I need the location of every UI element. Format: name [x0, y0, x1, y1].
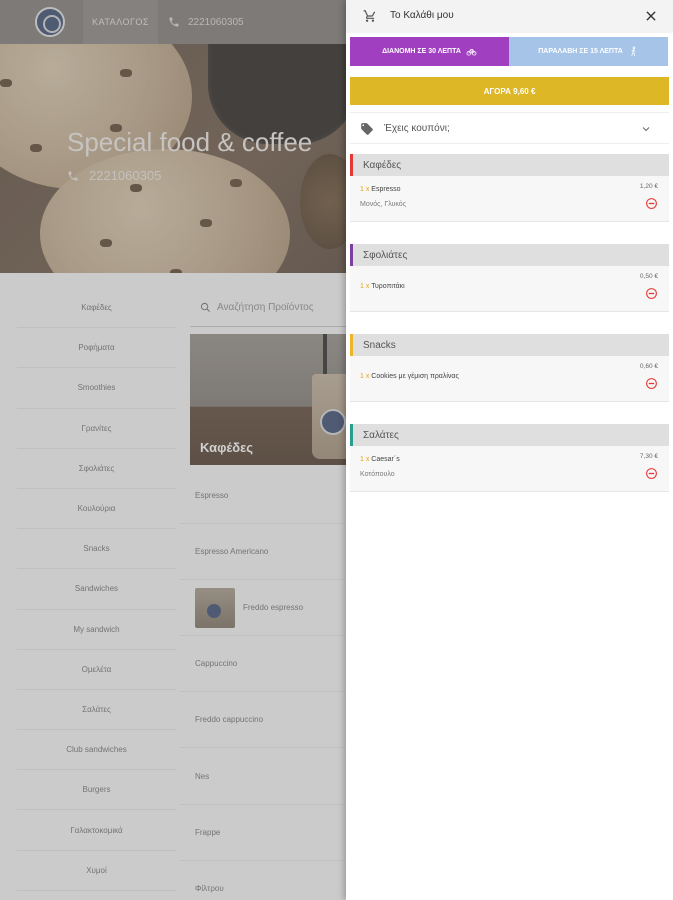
cart-item-price: 1,20 € [639, 183, 658, 190]
cart-drawer: Το Καλάθι μου ΔΙΑΝΟΜΗ ΣΕ 30 ΛΕΠΤΑ ΠΑΡΑΛΑ… [346, 0, 673, 900]
cart-item: 1 x Cookies με γέμιση πραλίνας 0,60 € [350, 356, 669, 402]
cart-items: Καφέδες 1 x Espresso Μονός, Γλυκός 1,20 … [350, 154, 669, 492]
cart-item: 1 x Τυροπιτάκι 0,50 € [350, 266, 669, 312]
cart-header: Το Καλάθι μου [346, 0, 673, 33]
remove-icon[interactable] [645, 197, 658, 210]
cart-item-name: Cookies με γέμιση πραλίνας [371, 373, 459, 380]
cart-item-price: 7,30 € [639, 453, 658, 460]
cart-section-header: Σφολιάτες [350, 244, 669, 266]
cart-section-header: Σαλάτες [350, 424, 669, 446]
coupon-label: Έχεις κουπόνι; [384, 123, 450, 134]
tag-icon [361, 123, 373, 135]
cart-item-quantity: 1 x [360, 456, 370, 463]
walking-person-icon [631, 46, 636, 57]
cart-item-line: 1 x Espresso [360, 186, 400, 193]
chevron-down-icon [642, 127, 650, 132]
delivery-option-label: ΔΙΑΝΟΜΗ ΣΕ 30 ΛΕΠΤΑ [382, 48, 461, 55]
bicycle-icon [466, 49, 477, 56]
cart-item-line: 1 x Τυροπιτάκι [360, 283, 405, 290]
cart-item-options: Κοτόπουλο [360, 471, 395, 478]
cart-item: 1 x Espresso Μονός, Γλυκός 1,20 € [350, 176, 669, 222]
cart-item-quantity: 1 x [360, 373, 370, 380]
cart-item: 1 x Caesar´s Κοτόπουλο 7,30 € [350, 446, 669, 492]
cart-item-name: Espresso [371, 186, 401, 193]
close-icon[interactable] [644, 9, 658, 23]
cart-item-quantity: 1 x [360, 186, 370, 193]
cart-section-header: Καφέδες [350, 154, 669, 176]
shopping-cart-icon [363, 10, 376, 22]
cart-item-quantity: 1 x [360, 283, 370, 290]
checkout-button[interactable]: ΑΓΟΡΑ 9,60 € [350, 77, 669, 105]
pickup-option-label: ΠΑΡΑΛΑΒΗ ΣΕ 15 ΛΕΠΤΑ [538, 48, 623, 55]
cart-item-price: 0,50 € [639, 273, 658, 280]
pickup-option-button[interactable]: ΠΑΡΑΛΑΒΗ ΣΕ 15 ΛΕΠΤΑ [509, 37, 668, 66]
remove-icon[interactable] [645, 377, 658, 390]
cart-item-options: Μονός, Γλυκός [360, 201, 407, 208]
cart-item-price: 0,60 € [639, 363, 658, 370]
remove-icon[interactable] [645, 467, 658, 480]
cart-title: Το Καλάθι μου [390, 10, 454, 21]
remove-icon[interactable] [645, 287, 658, 300]
cart-item-name: Τυροπιτάκι [371, 283, 405, 290]
cart-section-header: Snacks [350, 334, 669, 356]
cart-item-line: 1 x Caesar´s [360, 456, 400, 463]
delivery-option-button[interactable]: ΔΙΑΝΟΜΗ ΣΕ 30 ΛΕΠΤΑ [350, 37, 509, 66]
coupon-dropdown[interactable]: Έχεις κουπόνι; [350, 112, 669, 144]
cart-item-name: Caesar´s [371, 456, 400, 463]
cart-item-line: 1 x Cookies με γέμιση πραλίνας [360, 373, 459, 380]
